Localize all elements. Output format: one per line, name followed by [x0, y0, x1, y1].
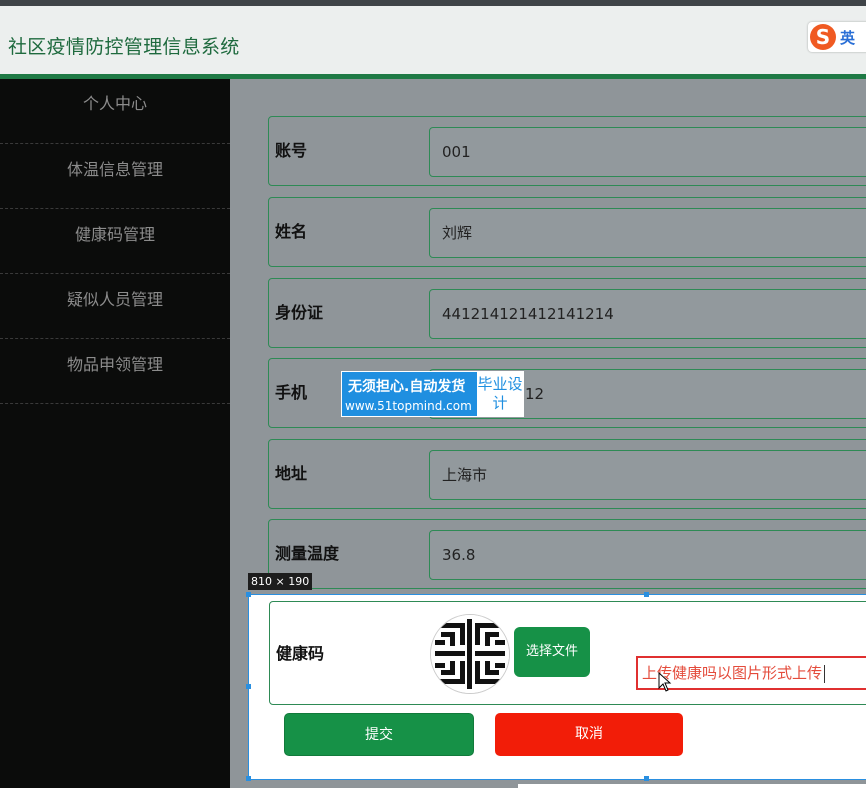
phone-label: 手机 — [275, 383, 308, 402]
sidebar-item-health-code[interactable]: 健康码管理 — [0, 209, 230, 274]
choose-file-button[interactable]: 选择文件 — [514, 627, 590, 677]
bottom-edge — [518, 784, 866, 788]
resize-handle[interactable] — [644, 592, 649, 597]
id-card-input[interactable]: 441214121412141214 — [429, 289, 866, 339]
ime-toolbar[interactable]: S 英 — [808, 22, 866, 52]
account-label: 账号 — [275, 141, 308, 160]
resize-handle[interactable] — [644, 776, 649, 781]
sidebar: 个人中心 体温信息管理 健康码管理 疑似人员管理 物品申领管理 — [0, 79, 230, 788]
address-label: 地址 — [275, 464, 308, 483]
form-row-account: 账号 001 — [268, 116, 866, 186]
address-input[interactable]: 上海市 — [429, 450, 866, 500]
temperature-input[interactable]: 36.8 — [429, 530, 866, 580]
selection-size-tag: 810 × 190 — [248, 573, 313, 590]
account-input[interactable]: 001 — [429, 127, 866, 177]
form-row-temperature: 测量温度 36.8 — [268, 519, 866, 589]
watermark-text: 无须担心.自动发货 — [348, 379, 466, 395]
sidebar-item-temperature[interactable]: 体温信息管理 — [0, 144, 230, 209]
mouse-pointer-icon — [658, 672, 672, 692]
watermark-banner: 无须担心.自动发货 www.51topmind.com 毕业设计 — [341, 371, 524, 417]
health-code-image — [430, 614, 510, 694]
qr-code-icon — [431, 615, 509, 693]
id-card-label: 身份证 — [275, 303, 324, 322]
submit-button[interactable]: 提交 — [284, 713, 474, 756]
cancel-button[interactable]: 取消 — [495, 713, 683, 756]
form-row-id-card: 身份证 441214121412141214 — [268, 278, 866, 348]
sogou-logo-icon: S — [810, 24, 836, 50]
name-input[interactable]: 刘辉 — [429, 208, 866, 258]
name-label: 姓名 — [275, 222, 308, 241]
app-title: 社区疫情防控管理信息系统 — [8, 36, 240, 58]
text-caret — [824, 664, 826, 683]
form-row-health-code: 健康码 选择文件 上传健康吗以图片形式上传 — [269, 601, 866, 705]
resize-handle[interactable] — [246, 592, 251, 597]
form-row-name: 姓名 刘辉 — [268, 197, 866, 267]
app-header: 社区疫情防控管理信息系统 S 英 — [0, 6, 866, 79]
watermark-url: www.51topmind.com — [345, 399, 472, 413]
sidebar-item-suspected[interactable]: 疑似人员管理 — [0, 274, 230, 339]
sidebar-item-personal-center[interactable]: 个人中心 — [0, 79, 230, 144]
health-code-label: 健康码 — [276, 644, 325, 663]
resize-handle[interactable] — [246, 776, 251, 781]
selection-panel: 健康码 选择文件 上传健康吗以图片形式上传 提交 取消 — [246, 592, 866, 781]
watermark-box: 毕业设计 — [477, 372, 523, 416]
form-row-address: 地址 上海市 — [268, 439, 866, 509]
resize-handle[interactable] — [246, 684, 251, 689]
sidebar-item-supplies[interactable]: 物品申领管理 — [0, 339, 230, 404]
ime-language-toggle[interactable]: 英 — [840, 27, 855, 48]
